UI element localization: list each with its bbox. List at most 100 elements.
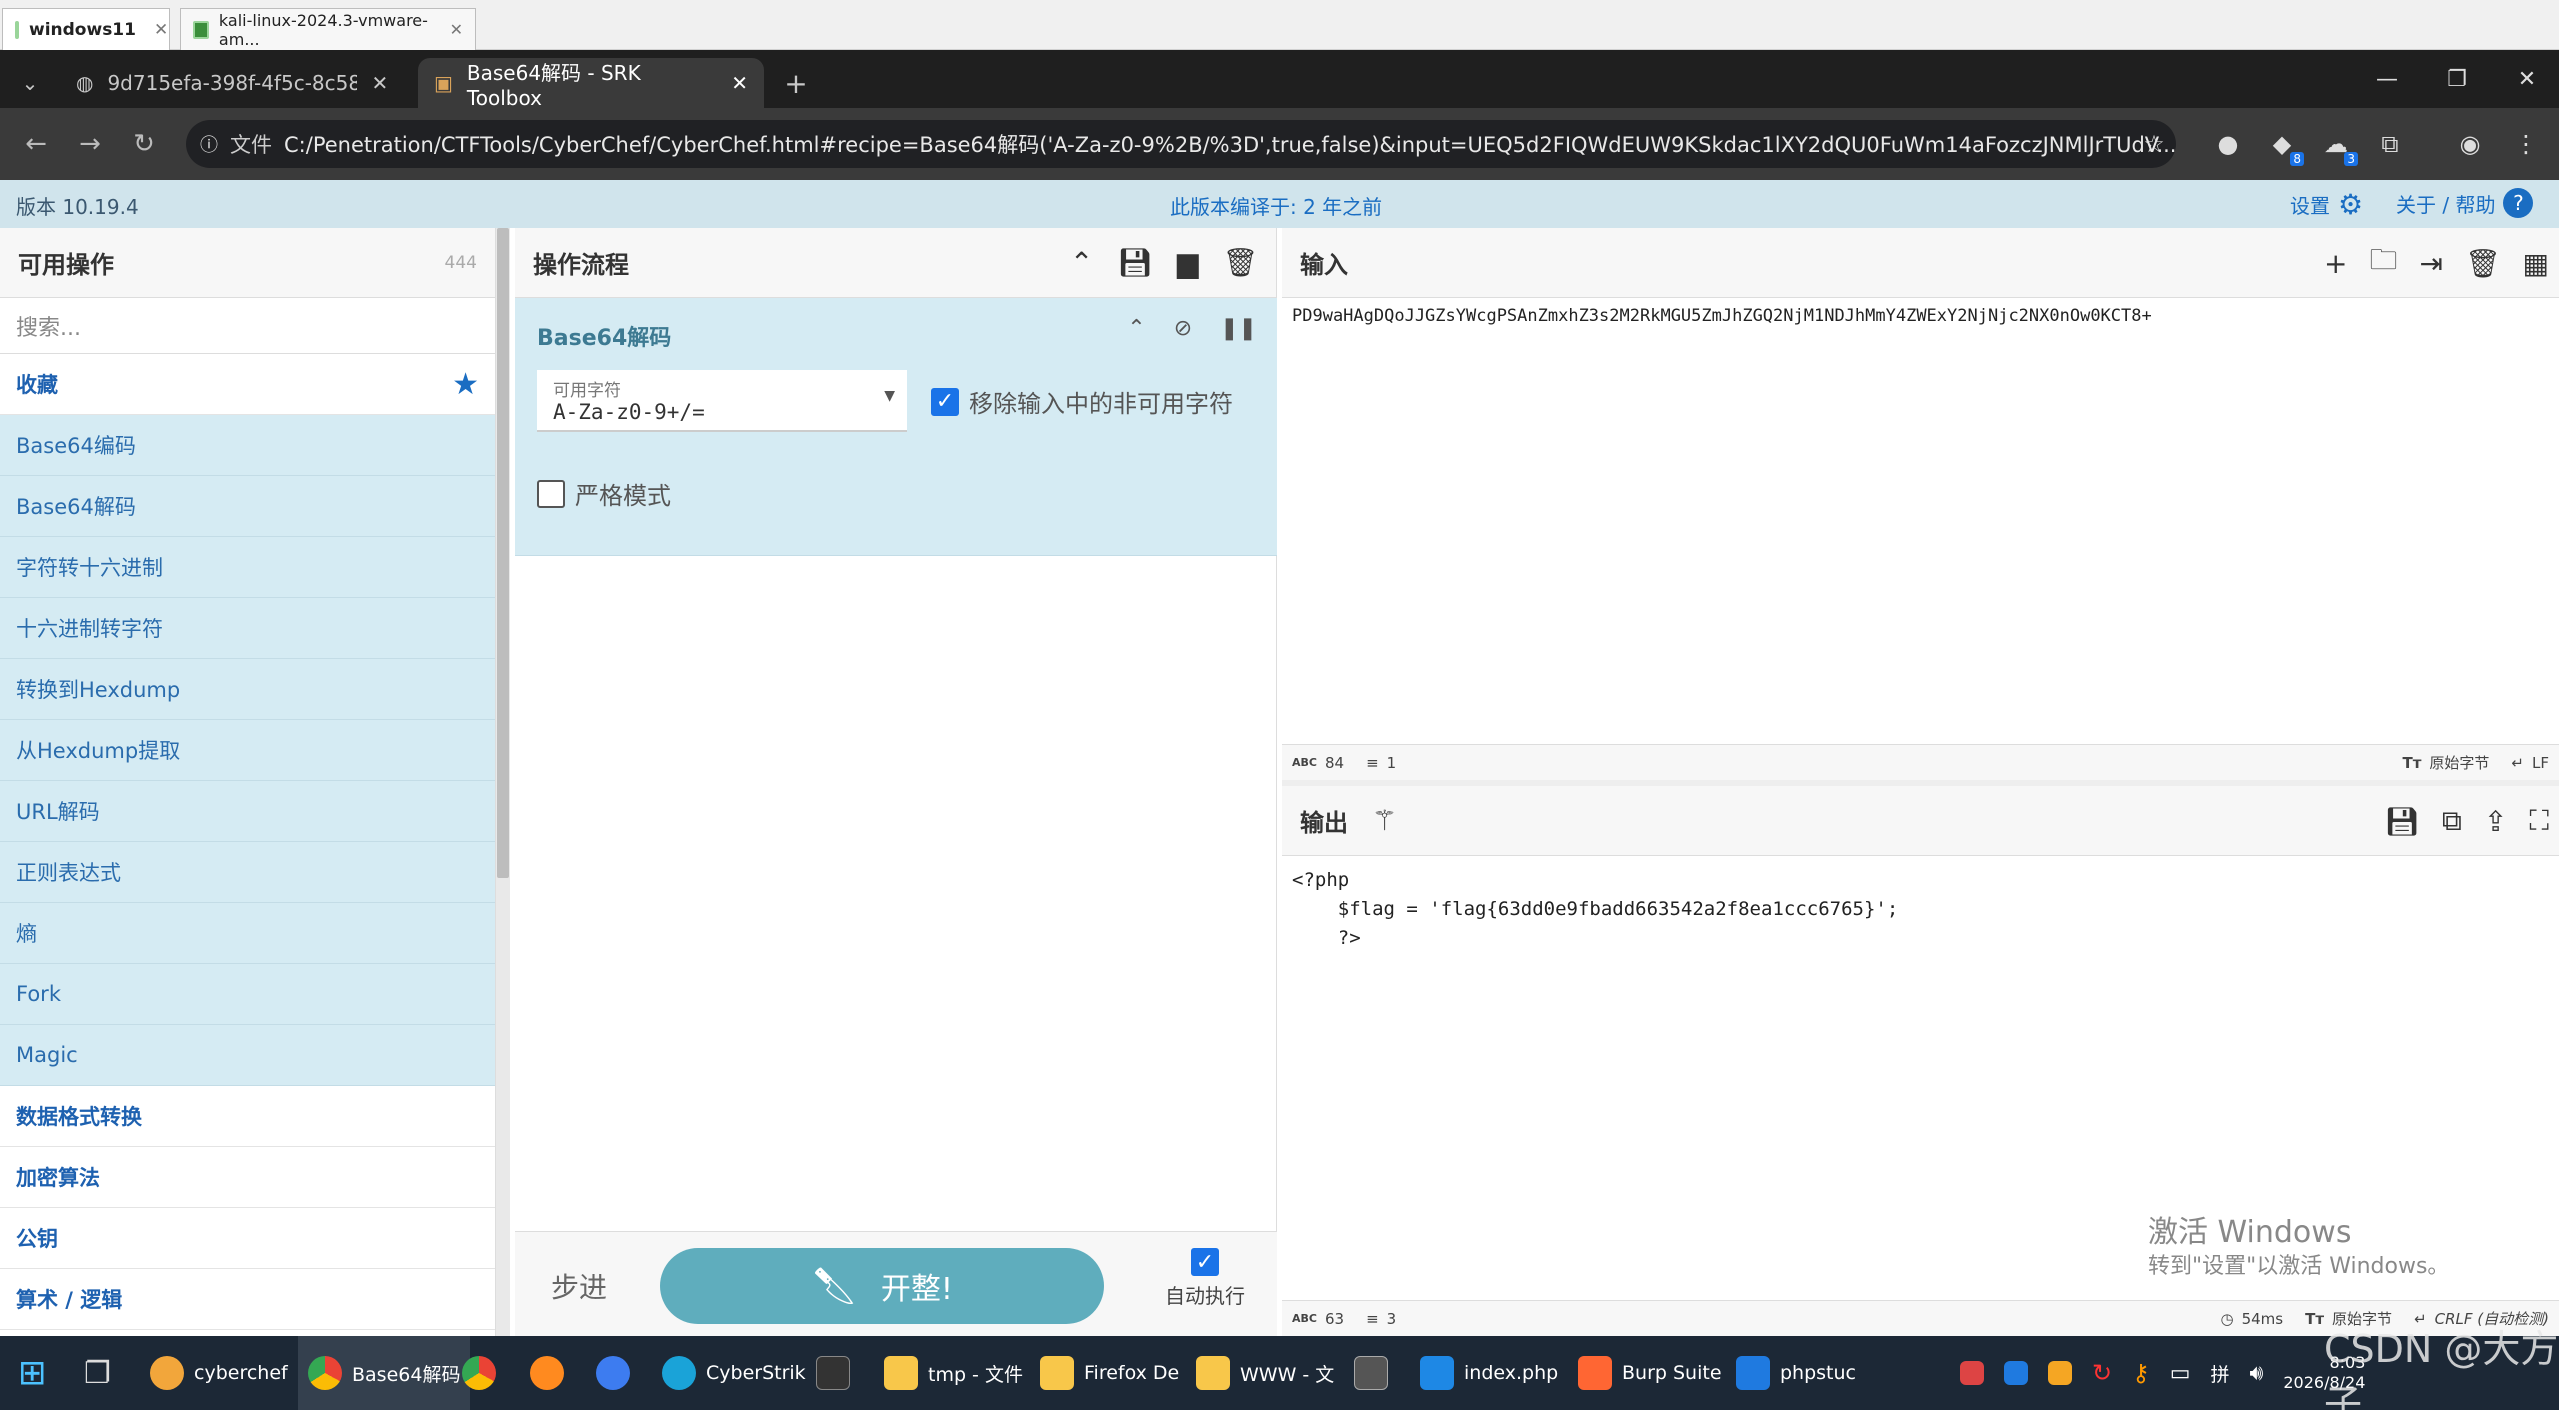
op-item[interactable]: 从Hexdump提取 <box>0 720 495 781</box>
op-item[interactable]: Fork <box>0 964 495 1025</box>
input-eol[interactable]: LF <box>2532 754 2549 772</box>
replace-input-icon[interactable]: ⇪ <box>2484 805 2507 838</box>
taskbar-app-phpstudy[interactable]: phpstuc <box>1736 1336 1856 1410</box>
category-arithmetic[interactable]: 算术 / 逻辑 <box>0 1269 495 1330</box>
settings-button[interactable]: 设置 ⚙ <box>2290 188 2363 221</box>
alphabet-select[interactable]: 可用字符 A-Za-z0-9+/= ▼ <box>537 370 907 432</box>
fullscreen-icon[interactable]: ⛶ <box>2529 804 2549 838</box>
close-icon[interactable]: ✕ <box>371 71 388 95</box>
key-icon[interactable]: ⚷ <box>2132 1359 2150 1387</box>
url-text[interactable]: C:/Penetration/CTFTools/CyberChef/CyberC… <box>284 129 2176 159</box>
checkbox-checked-icon[interactable]: ✓ <box>931 387 959 416</box>
maximize-button[interactable]: ❐ <box>2422 50 2492 108</box>
taskbar-app-burp[interactable]: Burp Suite <box>1578 1336 1722 1410</box>
category-data-format[interactable]: 数据格式转换 <box>0 1086 495 1147</box>
taskbar-app-explorer-firefox[interactable]: Firefox De <box>1040 1336 1179 1410</box>
bake-button[interactable]: 🔪︎ 开整! <box>660 1248 1104 1324</box>
close-icon[interactable]: ✕ <box>731 71 748 95</box>
extension-cloud-icon[interactable]: ☁ 3 <box>2318 126 2358 166</box>
vm-tab-windows11[interactable]: windows11 ✕ <box>2 8 170 50</box>
start-button[interactable]: ⊞ <box>18 1336 47 1410</box>
reload-button[interactable]: ↻ <box>124 124 164 164</box>
address-bar[interactable]: ⓘ 文件 C:/Penetration/CTFTools/CyberChef/C… <box>186 120 2176 168</box>
menu-kebab-icon[interactable]: ⋮ <box>2508 126 2544 162</box>
tab-search-button[interactable]: ⌄ <box>8 58 52 108</box>
taskbar-app-chrome[interactable]: Base64解码 <box>298 1336 471 1410</box>
op-item[interactable]: Magic <box>0 1025 495 1086</box>
magic-wand-icon[interactable]: ⚚ <box>1372 804 1397 837</box>
save-icon[interactable]: 💾︎ <box>1117 246 1153 279</box>
compiled-notice[interactable]: 此版本编译于: 2 年之前 <box>1170 191 1382 220</box>
taskbar-app-explorer-www[interactable]: WWW - 文 <box>1196 1336 1334 1410</box>
bookmark-star-icon[interactable]: ☆ <box>2136 126 2172 162</box>
notification-icon[interactable]: ▭ <box>2170 1361 2191 1386</box>
sync-icon[interactable]: ↻ <box>2092 1359 2112 1387</box>
input-text[interactable]: PD9waHAgDQoJJGZsYWcgPSAnZmxhZ3s2M2RkMGU5… <box>1292 306 2152 326</box>
checkbox-unchecked-icon[interactable] <box>537 479 565 508</box>
op-item[interactable]: 正则表达式 <box>0 842 495 903</box>
op-item[interactable]: URL解码 <box>0 781 495 842</box>
category-public-key[interactable]: 公钥 <box>0 1208 495 1269</box>
copy-icon[interactable]: ⧉ <box>2442 804 2462 838</box>
step-button[interactable]: 步进 <box>551 1266 607 1306</box>
shield-icon[interactable] <box>2048 1361 2072 1385</box>
op-item[interactable]: Base64编码 <box>0 415 495 476</box>
op-item[interactable]: 转换到Hexdump <box>0 659 495 720</box>
operations-search-input[interactable]: 搜索... <box>0 298 495 354</box>
close-window-button[interactable]: ✕ <box>2492 50 2559 108</box>
category-favourites[interactable]: 收藏 ★ <box>0 354 495 415</box>
category-encryption[interactable]: 加密算法 <box>0 1147 495 1208</box>
taskbar-app-chrome-2[interactable] <box>462 1336 496 1410</box>
taskbar-app-terminal[interactable] <box>816 1336 850 1410</box>
remove-nonalphabet-checkbox[interactable]: ✓ 移除输入中的非可用字符 <box>931 384 1233 419</box>
trash-icon[interactable]: 🗑︎ <box>1222 246 1258 279</box>
extension-dark-icon[interactable]: ● <box>2210 126 2246 162</box>
forward-button[interactable]: → <box>70 124 110 164</box>
language-indicator[interactable]: 拼 <box>2210 1360 2229 1387</box>
close-icon[interactable]: ✕ <box>450 20 463 39</box>
open-file-icon[interactable]: ⇥ <box>2420 247 2443 280</box>
checkbox-checked-icon[interactable]: ✓ <box>1191 1248 1219 1276</box>
chevron-up-icon[interactable]: ⌃ <box>1070 246 1093 279</box>
taskbar-app-explorer-tmp[interactable]: tmp - 文件 <box>884 1336 1023 1410</box>
extension-puzzle-icon[interactable]: ◆ 8 <box>2264 126 2304 166</box>
add-tab-icon[interactable]: + <box>2324 247 2347 280</box>
disable-icon[interactable]: ⊘ <box>1174 316 1192 341</box>
folder-icon[interactable]: ▆ <box>1177 246 1199 279</box>
taskbar-app-search[interactable]: cyberchef <box>150 1336 288 1410</box>
tray-p-icon[interactable] <box>2004 1361 2028 1385</box>
save-icon[interactable]: 💾︎ <box>2384 805 2420 838</box>
pause-icon[interactable]: ❚❚ <box>1220 316 1257 341</box>
vm-tab-kali[interactable]: kali-linux-2024.3-vmware-am... ✕ <box>180 8 476 50</box>
taskbar-app-firefox[interactable] <box>530 1336 564 1410</box>
operations-scroll-thumb[interactable] <box>497 228 509 878</box>
op-item[interactable]: Base64解码 <box>0 476 495 537</box>
gmail-icon[interactable] <box>1960 1361 1984 1385</box>
taskbar-app-firefox-dev[interactable] <box>596 1336 630 1410</box>
task-view-button[interactable]: ❐ <box>84 1336 111 1410</box>
taskbar-app-vscode[interactable]: index.php <box>1420 1336 1558 1410</box>
input-encoding[interactable]: 原始字节 <box>2429 752 2489 773</box>
op-item[interactable]: 熵 <box>0 903 495 964</box>
taskbar-app-snipping[interactable] <box>1354 1336 1388 1410</box>
volume-icon[interactable]: 🔊︎ <box>2250 1361 2264 1386</box>
tab-cyberchef[interactable]: ▣ Base64解码 - SRK Toolbox ✕ <box>418 58 764 110</box>
minimize-button[interactable]: — <box>2352 50 2422 108</box>
tab-uuid[interactable]: ◍ 9d715efa-398f-4f5c-8c58-a6 ✕ <box>60 58 412 108</box>
taskbar-app-edge[interactable]: CyberStrik <box>662 1336 806 1410</box>
about-button[interactable]: 关于 / 帮助 ? <box>2396 188 2534 218</box>
auto-bake-checkbox[interactable]: ✓ 自动执行 <box>1145 1248 1265 1309</box>
extensions-menu-icon[interactable]: ⧉ <box>2372 126 2408 162</box>
new-tab-button[interactable]: + <box>772 58 820 108</box>
star-icon[interactable]: ★ <box>452 367 479 402</box>
op-item[interactable]: 字符转十六进制 <box>0 537 495 598</box>
trash-icon[interactable]: 🗑︎ <box>2465 247 2501 280</box>
profile-icon[interactable]: ◉ <box>2452 126 2488 162</box>
strict-mode-checkbox[interactable]: 严格模式 <box>537 476 671 511</box>
open-folder-icon[interactable]: 🗀︎ <box>2370 239 2398 287</box>
chevron-up-icon[interactable]: ⌃ <box>1127 316 1145 341</box>
layout-icon[interactable]: ▦ <box>2523 247 2549 280</box>
back-button[interactable]: ← <box>16 124 56 164</box>
close-icon[interactable]: ✕ <box>154 20 168 40</box>
output-text[interactable]: <?php $flag = 'flag{63dd0e9fbadd663542a2… <box>1292 866 1898 953</box>
